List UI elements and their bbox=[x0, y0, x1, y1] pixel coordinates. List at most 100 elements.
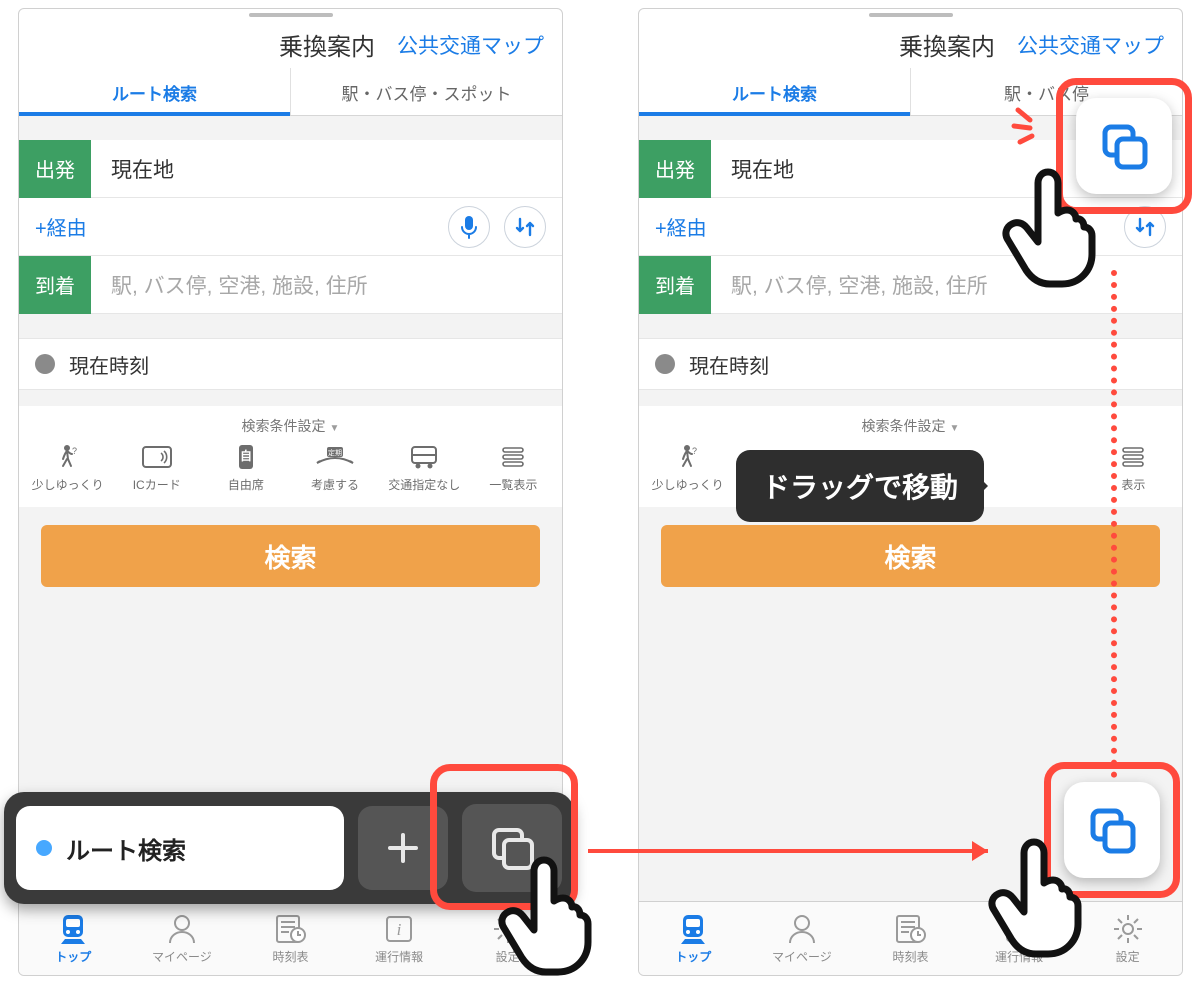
add-window-button[interactable] bbox=[358, 806, 448, 890]
copy-icon bbox=[1097, 119, 1151, 173]
add-via-label: +経由 bbox=[655, 212, 707, 241]
nav-label: マイページ bbox=[772, 948, 832, 965]
cond-view[interactable]: 表示 bbox=[1093, 444, 1173, 493]
nav-label: 時刻表 bbox=[892, 948, 928, 965]
conditions-area: 検索条件設定 ▼ ? 少しゆっくり ICカード 自 自由席 定期 考慮する bbox=[19, 406, 562, 507]
departure-badge: 出発 bbox=[639, 140, 711, 198]
bus-icon bbox=[410, 445, 438, 469]
cond-walk-speed[interactable]: ? 少しゆっくり bbox=[28, 444, 108, 493]
cond-label: ICカード bbox=[133, 476, 181, 493]
chevron-down-icon: ▼ bbox=[330, 423, 340, 434]
train-icon bbox=[676, 913, 710, 945]
arrow-right-icon bbox=[588, 836, 1008, 866]
nav-label: トップ bbox=[675, 948, 711, 965]
nav-label: 運行情報 bbox=[375, 948, 423, 965]
drag-tooltip: ドラッグで移動 bbox=[736, 450, 984, 522]
swap-button[interactable] bbox=[504, 206, 546, 248]
nav-timetable[interactable]: 時刻表 bbox=[236, 902, 345, 975]
route-form: 出発 現在地 +経由 到着 駅, バス停, 空港, 施設, 住所 現在時刻 bbox=[19, 116, 562, 605]
nav-mypage[interactable]: マイページ bbox=[128, 902, 237, 975]
clock-icon bbox=[655, 354, 675, 374]
cond-walk-speed[interactable]: ? 少しゆっくり bbox=[648, 444, 728, 493]
transit-map-link[interactable]: 公共交通マップ bbox=[1017, 30, 1164, 60]
cond-label: 表示 bbox=[1121, 476, 1145, 493]
nav-service-info[interactable]: i 運行情報 bbox=[345, 902, 454, 975]
transit-map-link[interactable]: 公共交通マップ bbox=[397, 30, 544, 60]
multi-window-bar: ルート検索 bbox=[4, 792, 574, 904]
time-label: 現在時刻 bbox=[69, 350, 149, 379]
plus-icon bbox=[382, 827, 424, 869]
gear-icon bbox=[1112, 913, 1144, 945]
tab-route-search[interactable]: ルート検索 bbox=[639, 68, 910, 115]
departure-row[interactable]: 出発 現在地 bbox=[19, 140, 562, 198]
app-title: 乗換案内 bbox=[279, 27, 375, 62]
nav-label: 時刻表 bbox=[272, 948, 308, 965]
commuter-pass-icon: 定期 bbox=[315, 445, 355, 469]
header-row: 乗換案内 公共交通マップ bbox=[19, 17, 562, 68]
arrival-badge: 到着 bbox=[19, 256, 91, 314]
tab-station-spot[interactable]: 駅・バス停・スポット bbox=[290, 68, 562, 115]
cond-ic-card[interactable]: ICカード bbox=[117, 444, 197, 493]
cond-transport[interactable]: 交通指定なし bbox=[384, 444, 464, 493]
nav-timetable[interactable]: 時刻表 bbox=[856, 902, 965, 975]
chevron-down-icon: ▼ bbox=[950, 423, 960, 434]
time-row[interactable]: 現在時刻 bbox=[639, 338, 1182, 390]
cond-label: 少しゆっくり bbox=[652, 476, 724, 493]
seat-icon: 自 bbox=[236, 444, 256, 470]
clock-icon bbox=[35, 354, 55, 374]
window-chip-route[interactable]: ルート検索 bbox=[16, 806, 344, 890]
window-chip-label: ルート検索 bbox=[66, 831, 186, 866]
svg-text:i: i bbox=[397, 920, 402, 939]
home-indicator bbox=[19, 9, 562, 17]
add-via-label: +経由 bbox=[35, 212, 87, 241]
train-icon bbox=[56, 913, 90, 945]
svg-text:?: ? bbox=[692, 446, 697, 456]
bottom-nav: トップ マイページ 時刻表 i 運行情報 設定 bbox=[19, 901, 562, 975]
conditions-header[interactable]: 検索条件設定▼ bbox=[639, 416, 1182, 436]
conditions-header-text: 検索条件設定 bbox=[242, 418, 326, 434]
timetable-icon bbox=[274, 913, 306, 945]
cond-seat[interactable]: 自 自由席 bbox=[206, 444, 286, 493]
walk-icon: ? bbox=[677, 444, 699, 470]
nav-label: トップ bbox=[55, 948, 91, 965]
pointer-hand-icon bbox=[494, 856, 604, 976]
via-row[interactable]: +経由 bbox=[19, 198, 562, 256]
app-title: 乗換案内 bbox=[899, 27, 995, 62]
time-row[interactable]: 現在時刻 bbox=[19, 338, 562, 390]
nav-top[interactable]: トップ bbox=[19, 902, 128, 975]
header-row: 乗換案内 公共交通マップ bbox=[639, 17, 1182, 68]
pointer-hand-icon bbox=[998, 168, 1108, 288]
cond-commuter[interactable]: 定期 考慮する bbox=[295, 444, 375, 493]
svg-text:自: 自 bbox=[240, 448, 252, 463]
conditions-header[interactable]: 検索条件設定 ▼ bbox=[19, 416, 562, 436]
home-indicator bbox=[639, 9, 1182, 17]
drag-path bbox=[1111, 270, 1117, 790]
cond-label: 一覧表示 bbox=[489, 476, 537, 493]
nav-top[interactable]: トップ bbox=[639, 902, 748, 975]
swap-button[interactable] bbox=[1124, 206, 1166, 248]
search-button[interactable]: 検索 bbox=[41, 525, 540, 587]
timetable-icon bbox=[894, 913, 926, 945]
user-icon bbox=[786, 913, 818, 945]
arrival-badge: 到着 bbox=[639, 256, 711, 314]
departure-value: 現在地 bbox=[91, 154, 562, 184]
svg-text:定期: 定期 bbox=[328, 448, 342, 457]
ic-card-icon bbox=[142, 446, 172, 468]
pointer-hand-icon bbox=[984, 838, 1094, 958]
tab-route-search[interactable]: ルート検索 bbox=[19, 68, 290, 115]
swap-icon bbox=[513, 215, 537, 239]
cond-label: 自由席 bbox=[228, 476, 264, 493]
swap-icon bbox=[1133, 215, 1157, 239]
nav-label: 設定 bbox=[1116, 948, 1140, 965]
walk-icon: ? bbox=[57, 444, 79, 470]
cond-view[interactable]: 一覧表示 bbox=[473, 444, 553, 493]
bottom-nav: トップ マイページ 時刻表 i 運行情報 設定 bbox=[639, 901, 1182, 975]
cond-label: 考慮する bbox=[311, 476, 359, 493]
conditions-row: ? 少しゆっくり ICカード 自 自由席 定期 考慮する 交通指定なし bbox=[19, 436, 562, 493]
search-button[interactable]: 検索 bbox=[661, 525, 1160, 587]
arrival-row[interactable]: 到着 駅, バス停, 空港, 施設, 住所 bbox=[19, 256, 562, 314]
nav-mypage[interactable]: マイページ bbox=[748, 902, 857, 975]
list-icon bbox=[501, 446, 525, 468]
cond-label: 少しゆっくり bbox=[32, 476, 104, 493]
voice-input-button[interactable] bbox=[448, 206, 490, 248]
